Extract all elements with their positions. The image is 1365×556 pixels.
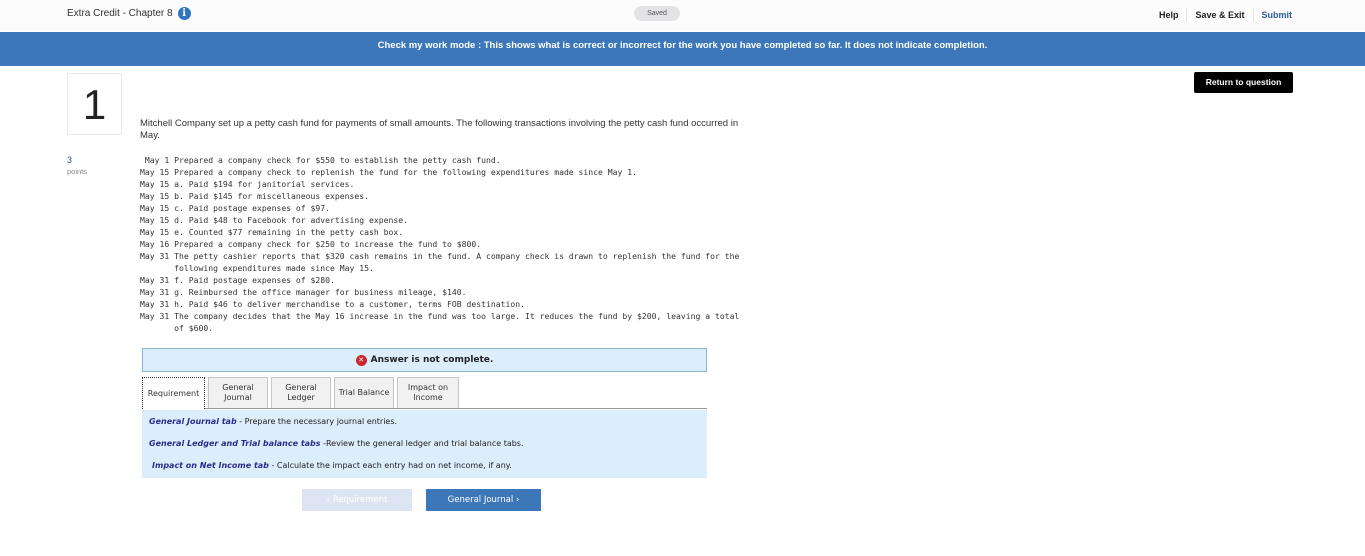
tab-impact-on-income[interactable]: Impact on Income [397,377,459,408]
requirement-title: General Journal tab [149,417,237,426]
answer-status-text: Answer is not complete. [370,355,494,365]
transaction-line: May 15 a. Paid $194 for janitorial servi… [140,179,355,189]
transaction-line: May 31 h. Paid $46 to deliver merchandis… [140,299,525,309]
transaction-line: May 31 f. Paid postage expenses of $280. [140,275,335,285]
header-actions: Help Save & Exit Submit [1151,8,1292,22]
transaction-line: following expenditures made since May 15… [140,263,374,273]
info-icon[interactable]: i [177,7,191,20]
assignment-title-group: Extra Credit - Chapter 8 i [67,7,191,20]
transaction-line: May 15 b. Paid $145 for miscellaneous ex… [140,191,370,201]
transaction-line: May 15 Prepared a company check to reple… [140,167,638,177]
requirement-title: General Ledger and Trial balance tabs [149,439,321,448]
assignment-title: Extra Credit - Chapter 8 [67,8,173,19]
requirement-item: Impact on Net Income tab - Calculate the… [152,461,512,470]
check-my-work-banner: Check my work mode : This shows what is … [0,32,1365,66]
requirement-text: - Prepare the necessary journal entries. [236,417,398,426]
next-general-journal-button[interactable]: General Journal › [426,489,541,511]
tab-label: Impact on Income [407,383,449,402]
transaction-line: May 16 Prepared a company check for $250… [140,239,482,249]
top-bar: Extra Credit - Chapter 8 i Saved Help Sa… [0,0,1365,31]
answer-status-banner: ✕ Answer is not complete. [142,348,707,372]
tab-label: General Journal [222,383,254,402]
requirement-item: General Journal tab - Prepare the necess… [149,417,397,426]
question-intro: Mitchell Company set up a petty cash fun… [140,118,739,141]
transaction-line: of $600. [140,323,214,333]
points-value: 3 [67,155,73,165]
requirement-item: General Ledger and Trial balance tabs -R… [149,439,524,448]
submit-link[interactable]: Submit [1254,10,1293,20]
transaction-line: May 31 g. Reimbursed the office manager … [140,287,467,297]
question-number: 1 [67,73,122,135]
transaction-list: May 1 Prepared a company check for $550 … [140,154,739,334]
requirement-text: - Calculate the impact each entry had on… [268,461,512,470]
requirement-panel: General Journal tab - Prepare the necess… [142,410,707,478]
tab-trial-balance[interactable]: Trial Balance [334,377,394,408]
tab-label: General Ledger [285,383,317,402]
requirement-title: Impact on Net Income tab [152,461,269,470]
save-exit-link[interactable]: Save & Exit [1187,10,1252,20]
transaction-line: May 15 c. Paid postage expenses of $97. [140,203,331,213]
tab-general-journal[interactable]: General Journal [208,377,268,408]
return-to-question-button[interactable]: Return to question [1194,72,1293,93]
transaction-line: May 31 The company decides that the May … [140,311,740,321]
transaction-line: May 31 The petty cashier reports that $3… [140,251,740,261]
transaction-line: May 1 Prepared a company check for $550 … [140,155,501,165]
tab-requirement[interactable]: Requirement [142,377,205,409]
saved-status-badge: Saved [634,6,680,21]
transaction-line: May 15 d. Paid $48 to Facebook for adver… [140,215,409,225]
help-link[interactable]: Help [1151,10,1187,20]
tab-general-ledger[interactable]: General Ledger [271,377,331,408]
previous-requirement-button[interactable]: ‹ Requirement [302,489,412,511]
tab-bar: Requirement General Journal General Ledg… [142,377,707,409]
requirement-text: -Review the general ledger and trial bal… [320,439,524,448]
error-x-icon: ✕ [355,354,367,366]
points-label: points [67,167,88,176]
transaction-line: May 15 e. Counted $77 remaining in the p… [140,227,404,237]
